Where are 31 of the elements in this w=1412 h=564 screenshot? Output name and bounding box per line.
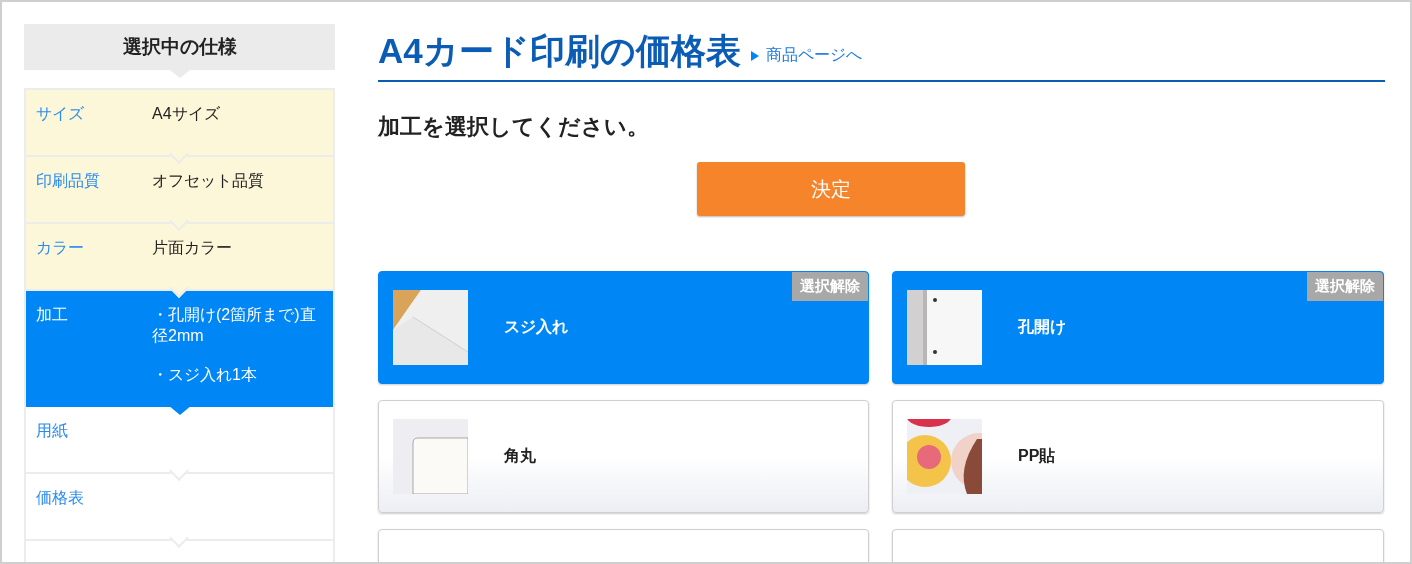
page-title: A4カード印刷の価格表 [378, 30, 741, 72]
option-name: スジ入れ [504, 317, 568, 337]
option-name: 孔開け [1018, 317, 1066, 337]
spec-label: 印刷品質 [36, 171, 101, 191]
option-card[interactable]: 角丸 [378, 400, 869, 513]
spec-row[interactable]: 印刷品質 オフセット品質 [26, 157, 333, 224]
spec-label: 価格表 [36, 488, 85, 508]
deselect-button[interactable]: 選択解除 [1307, 272, 1383, 301]
spec-value: A4サイズ [152, 104, 221, 124]
spec-row[interactable]: カラー 片面カラー [26, 224, 333, 291]
play-icon [750, 50, 759, 61]
spec-value: ・孔開け(2箇所まで)直径2mm [152, 305, 317, 346]
deselect-button[interactable]: 選択解除 [792, 272, 868, 301]
spec-label: 加工 [36, 305, 69, 325]
spec-row[interactable]: サイズ A4サイズ [26, 90, 333, 157]
sidebar-title: 選択中の仕様 [122, 35, 237, 59]
spec-row[interactable]: 加工 ・孔開け(2箇所まで)直径2mm ・スジ入れ1本 [26, 291, 333, 407]
spec-value: ・スジ入れ1本 [152, 364, 258, 385]
product-page-link[interactable]: 商品ページへ [750, 45, 862, 72]
option-name: 角丸 [504, 446, 536, 466]
option-name: PP貼 [1018, 446, 1056, 466]
spec-label: サイズ [36, 104, 85, 124]
instruction-text: 加工を選択してください。 [378, 113, 650, 141]
option-card[interactable]: 選択解除 孔開け [892, 271, 1384, 384]
spec-label: カラー [36, 238, 85, 258]
spec-label: 用紙 [36, 421, 69, 441]
spec-value: 片面カラー [152, 238, 233, 258]
option-card[interactable]: PP貼 [892, 400, 1384, 513]
confirm-button[interactable]: 決定 [697, 162, 965, 216]
option-card[interactable]: 選択解除 スジ入れ [378, 271, 869, 384]
spec-value: オフセット品質 [152, 171, 265, 191]
